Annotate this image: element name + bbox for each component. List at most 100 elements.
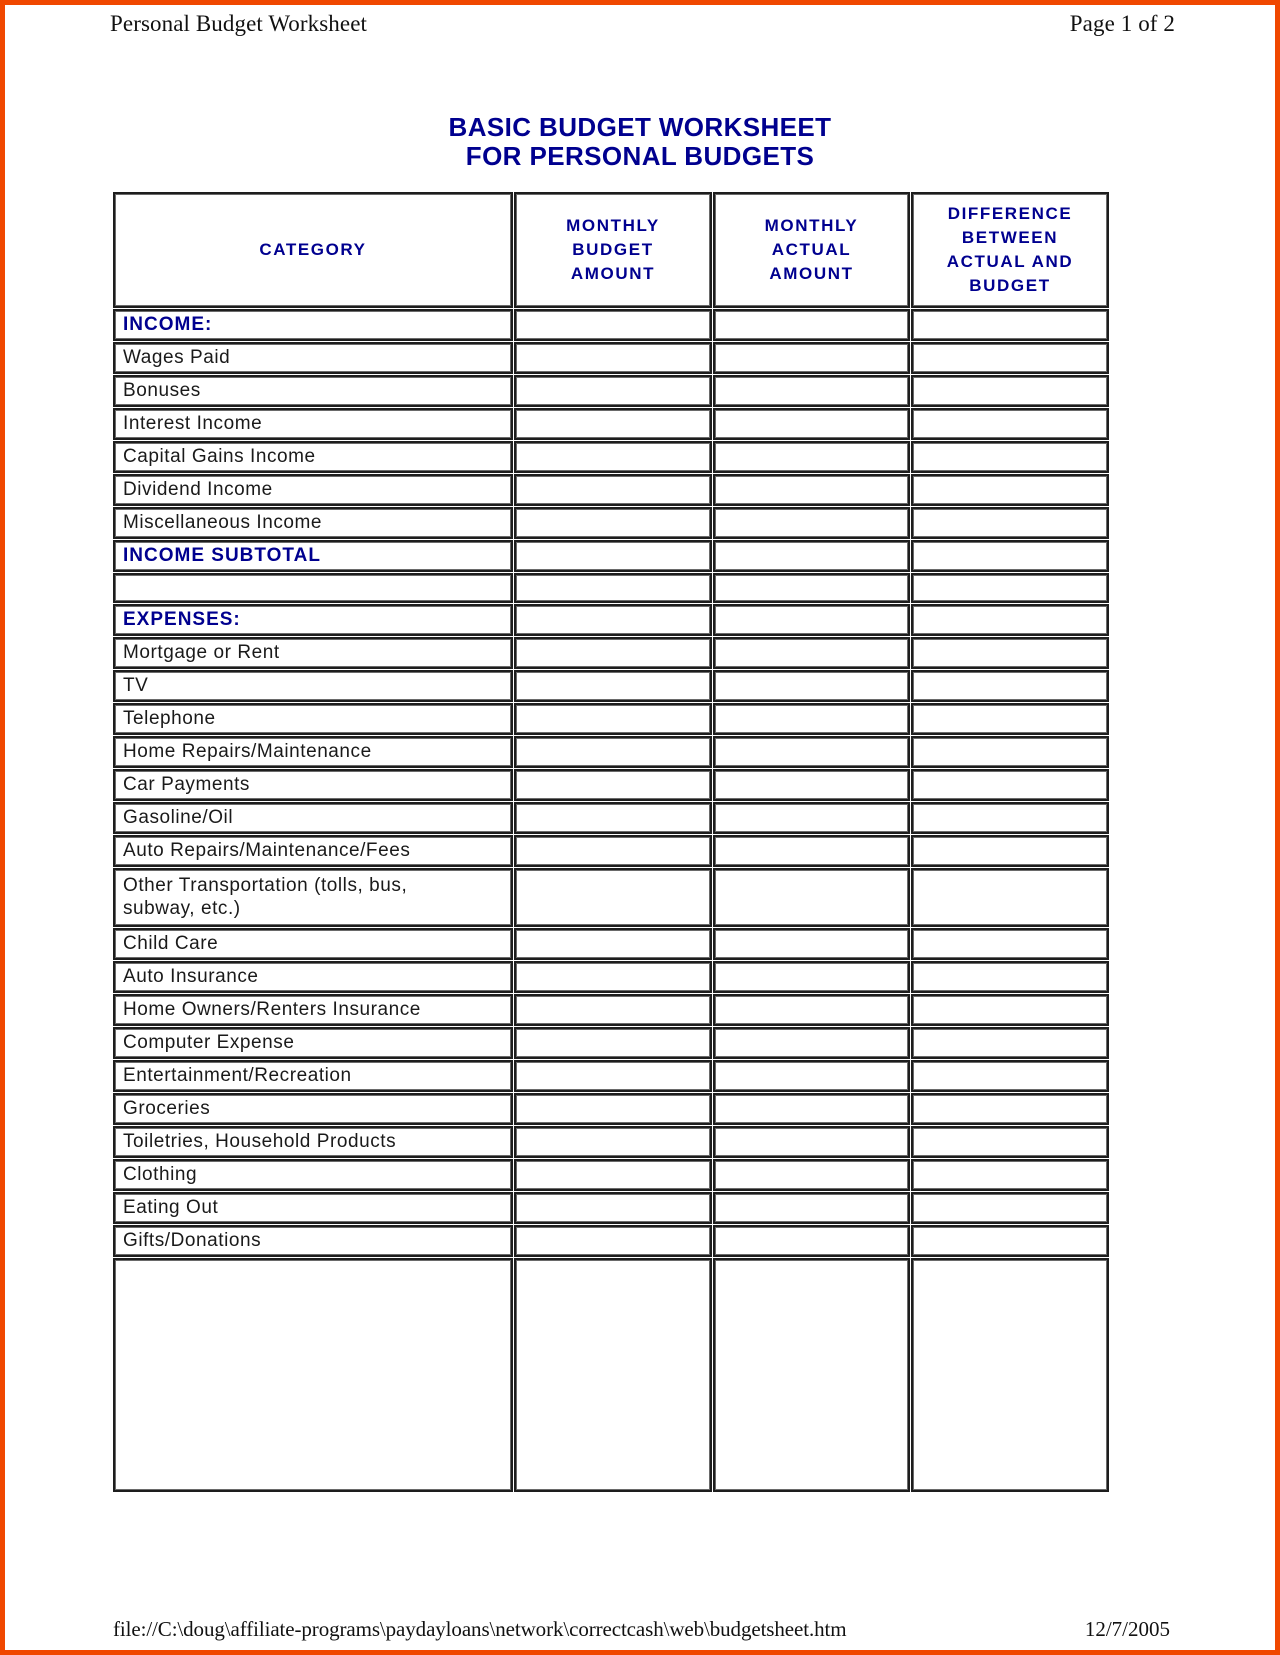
difference-amount-input[interactable] [913, 930, 1107, 958]
difference-amount-input[interactable] [913, 804, 1107, 832]
budget-amount-cell[interactable] [514, 540, 712, 572]
budget-amount-input[interactable] [516, 476, 710, 504]
difference-amount-cell[interactable] [911, 540, 1109, 572]
difference-amount-input[interactable] [913, 996, 1107, 1024]
difference-amount-input[interactable] [913, 870, 1107, 925]
actual-amount-input[interactable] [715, 930, 908, 958]
budget-amount-cell[interactable] [514, 703, 712, 735]
difference-amount-cell[interactable] [911, 868, 1109, 927]
difference-amount-cell[interactable] [911, 835, 1109, 867]
budget-amount-cell[interactable] [514, 1192, 712, 1224]
budget-amount-cell[interactable] [514, 868, 712, 927]
actual-amount-input[interactable] [715, 344, 908, 372]
budget-amount-cell[interactable] [514, 604, 712, 636]
budget-amount-input[interactable] [516, 1062, 710, 1090]
difference-amount-cell[interactable] [911, 474, 1109, 506]
budget-amount-input[interactable] [516, 930, 710, 958]
difference-amount-cell[interactable] [911, 928, 1109, 960]
actual-amount-cell[interactable] [713, 604, 910, 636]
difference-amount-input[interactable] [913, 377, 1107, 405]
difference-amount-cell[interactable] [911, 736, 1109, 768]
budget-amount-cell[interactable] [514, 1159, 712, 1191]
difference-amount-cell[interactable] [911, 961, 1109, 993]
budget-amount-cell[interactable] [514, 474, 712, 506]
budget-amount-cell[interactable] [514, 507, 712, 539]
budget-amount-input[interactable] [516, 344, 710, 372]
difference-amount-input[interactable] [913, 344, 1107, 372]
actual-amount-cell[interactable] [713, 507, 910, 539]
actual-amount-input[interactable] [715, 1062, 908, 1090]
actual-amount-input[interactable] [715, 1227, 908, 1255]
budget-amount-input[interactable] [516, 639, 710, 667]
difference-amount-input[interactable] [913, 1095, 1107, 1123]
difference-amount-cell[interactable] [911, 703, 1109, 735]
budget-amount-cell[interactable] [514, 928, 712, 960]
difference-amount-cell[interactable] [911, 1258, 1109, 1492]
actual-amount-cell[interactable] [713, 994, 910, 1026]
difference-amount-input[interactable] [913, 1260, 1107, 1490]
budget-amount-input[interactable] [516, 575, 710, 601]
budget-amount-input[interactable] [516, 606, 710, 634]
difference-amount-cell[interactable] [911, 1093, 1109, 1125]
actual-amount-input[interactable] [715, 410, 908, 438]
actual-amount-cell[interactable] [713, 309, 910, 341]
difference-amount-cell[interactable] [911, 1225, 1109, 1257]
budget-amount-cell[interactable] [514, 835, 712, 867]
actual-amount-cell[interactable] [713, 540, 910, 572]
actual-amount-input[interactable] [715, 1260, 908, 1490]
actual-amount-input[interactable] [715, 575, 908, 601]
actual-amount-input[interactable] [715, 1095, 908, 1123]
difference-amount-input[interactable] [913, 575, 1107, 601]
actual-amount-input[interactable] [715, 870, 908, 925]
difference-amount-cell[interactable] [911, 1126, 1109, 1158]
difference-amount-cell[interactable] [911, 670, 1109, 702]
actual-amount-input[interactable] [715, 377, 908, 405]
difference-amount-cell[interactable] [911, 769, 1109, 801]
difference-amount-input[interactable] [913, 1029, 1107, 1057]
actual-amount-cell[interactable] [713, 961, 910, 993]
difference-amount-cell[interactable] [911, 573, 1109, 603]
actual-amount-cell[interactable] [713, 342, 910, 374]
actual-amount-cell[interactable] [713, 1192, 910, 1224]
actual-amount-cell[interactable] [713, 928, 910, 960]
actual-amount-cell[interactable] [713, 1093, 910, 1125]
budget-amount-input[interactable] [516, 1029, 710, 1057]
actual-amount-cell[interactable] [713, 802, 910, 834]
difference-amount-cell[interactable] [911, 342, 1109, 374]
budget-amount-input[interactable] [516, 870, 710, 925]
budget-amount-input[interactable] [516, 672, 710, 700]
difference-amount-cell[interactable] [911, 994, 1109, 1026]
budget-amount-input[interactable] [516, 377, 710, 405]
budget-amount-input[interactable] [516, 996, 710, 1024]
actual-amount-cell[interactable] [713, 868, 910, 927]
difference-amount-input[interactable] [913, 705, 1107, 733]
actual-amount-cell[interactable] [713, 573, 910, 603]
actual-amount-input[interactable] [715, 606, 908, 634]
actual-amount-input[interactable] [715, 476, 908, 504]
actual-amount-input[interactable] [715, 996, 908, 1024]
actual-amount-input[interactable] [715, 542, 908, 570]
difference-amount-input[interactable] [913, 771, 1107, 799]
difference-amount-input[interactable] [913, 1062, 1107, 1090]
difference-amount-input[interactable] [913, 1227, 1107, 1255]
actual-amount-cell[interactable] [713, 1225, 910, 1257]
difference-amount-cell[interactable] [911, 1192, 1109, 1224]
budget-amount-cell[interactable] [514, 1093, 712, 1125]
actual-amount-input[interactable] [715, 771, 908, 799]
budget-amount-cell[interactable] [514, 1258, 712, 1492]
actual-amount-cell[interactable] [713, 769, 910, 801]
budget-amount-input[interactable] [516, 1161, 710, 1189]
budget-amount-cell[interactable] [514, 736, 712, 768]
actual-amount-input[interactable] [715, 672, 908, 700]
actual-amount-cell[interactable] [713, 375, 910, 407]
difference-amount-cell[interactable] [911, 802, 1109, 834]
budget-amount-cell[interactable] [514, 408, 712, 440]
budget-amount-input[interactable] [516, 509, 710, 537]
difference-amount-cell[interactable] [911, 1027, 1109, 1059]
budget-amount-input[interactable] [516, 1260, 710, 1490]
budget-amount-input[interactable] [516, 804, 710, 832]
actual-amount-input[interactable] [715, 1161, 908, 1189]
actual-amount-input[interactable] [715, 639, 908, 667]
budget-amount-input[interactable] [516, 443, 710, 471]
actual-amount-input[interactable] [715, 311, 908, 339]
